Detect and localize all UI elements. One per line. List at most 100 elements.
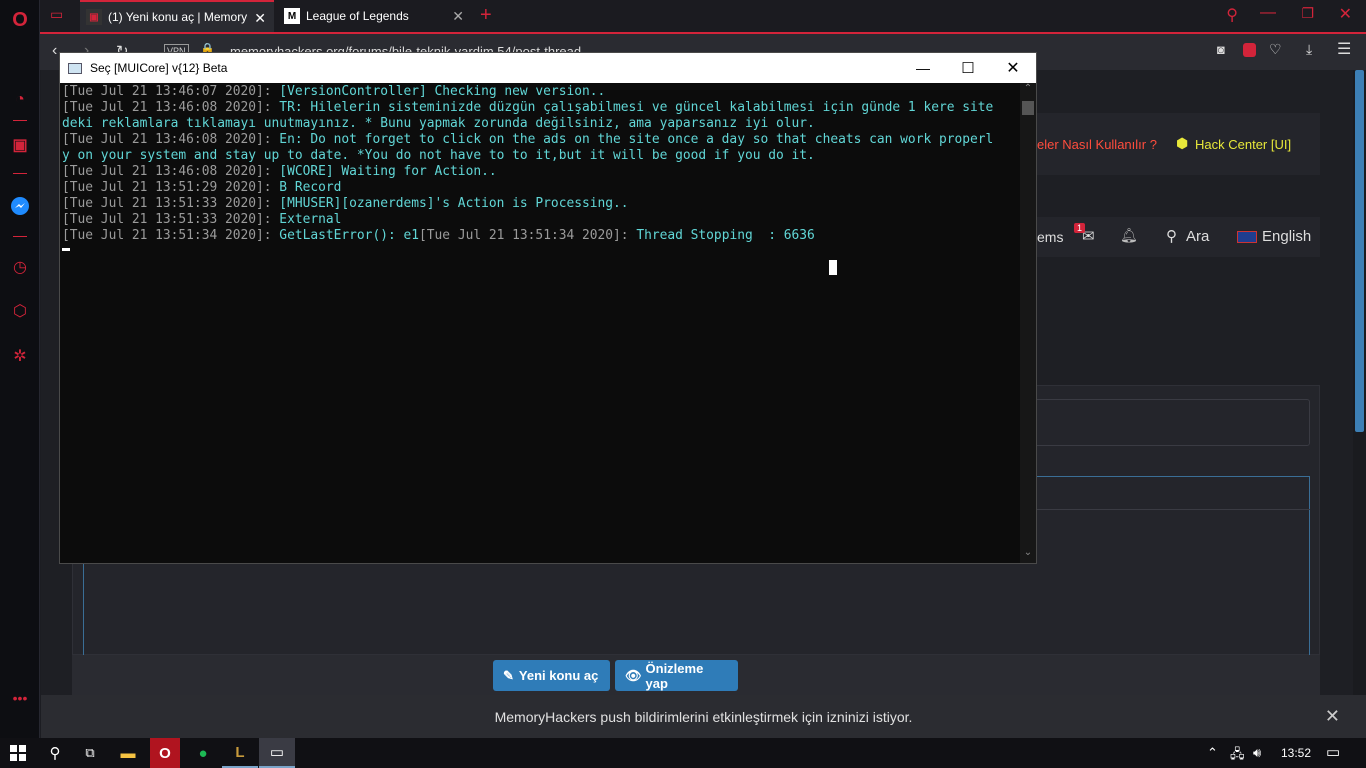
back-icon[interactable]: ‹ xyxy=(52,42,57,60)
taskbar: ⚲ ⧉ ▬ O ● L ▭ ⌃ 🖧︎ 🔊︎ 13:52 ▭ xyxy=(0,738,1366,768)
more-icon[interactable]: ••• xyxy=(8,686,32,710)
console-line: [Tue Jul 21 13:46:08 2020]: [WCORE] Wait… xyxy=(62,164,1020,180)
close-tab-icon[interactable]: ✕ xyxy=(452,8,464,25)
console-message: deki reklamlara tıklamayı unutmayınız. *… xyxy=(62,116,815,131)
preview-button[interactable]: 👁︎ Önizleme yap xyxy=(615,660,738,691)
download-icon[interactable]: ⤓ xyxy=(1306,41,1312,58)
console-line: y on your system and stay up to date. *Y… xyxy=(62,148,1020,164)
memoryhackers-favicon-icon: ▣ xyxy=(86,9,102,25)
banner-link-guide[interactable]: eler Nasıl Kullanılır ? xyxy=(1037,137,1157,152)
edit-icon: ✎ xyxy=(503,667,514,683)
action-center-icon[interactable]: ▭ xyxy=(1326,743,1340,761)
console-timestamp: [Tue Jul 21 13:46:07 2020]: xyxy=(62,84,272,99)
new-thread-button[interactable]: ✎ Yeni konu aç xyxy=(493,660,610,691)
push-notification-text: MemoryHackers push bildirimlerini etkinl… xyxy=(494,708,913,725)
thread-title-input[interactable] xyxy=(1000,399,1310,446)
opera-sidebar: O ◔ ▣ ◷ ⬡ ✲ ••• xyxy=(0,0,40,738)
console-message: Thread Stopping : 6636 xyxy=(628,228,815,243)
uk-flag-icon xyxy=(1237,231,1257,243)
forum-navbar: ems ✉ 1 🔔︎ ⚲ Ara English xyxy=(1000,217,1320,257)
console-scrollbar[interactable]: ⌃ ⌄ xyxy=(1020,83,1036,563)
close-window-icon[interactable]: ✕ xyxy=(1339,4,1352,24)
league-client-icon[interactable]: L xyxy=(222,738,258,768)
show-hidden-icons[interactable]: ⌃ xyxy=(1207,745,1218,761)
search-icon[interactable]: ⚲ xyxy=(37,738,73,768)
gamepad-icon[interactable]: ▭ xyxy=(50,6,63,23)
console-line: [Tue Jul 21 13:51:34 2020]: GetLastError… xyxy=(62,228,1020,244)
sidebar-divider xyxy=(13,236,27,237)
shield-icon[interactable] xyxy=(1243,43,1256,57)
speed-dial-icon[interactable]: ◔ xyxy=(8,88,32,112)
console-line: [Tue Jul 21 13:46:07 2020]: [VersionCont… xyxy=(62,84,1020,100)
console-line: [Tue Jul 21 13:51:33 2020]: External xyxy=(62,212,1020,228)
preview-label: Önizleme yap xyxy=(645,660,704,691)
console-message: En: Do not forget to click on the ads on… xyxy=(271,132,994,147)
task-view-icon[interactable]: ⧉ xyxy=(72,738,108,768)
clock[interactable]: 13:52 xyxy=(1281,746,1311,760)
minimize-icon[interactable]: — xyxy=(1260,4,1276,22)
console-message: [VersionController] Checking new version… xyxy=(271,84,606,99)
close-tab-icon[interactable]: ✕ xyxy=(254,10,266,27)
tab-bar: ▭ ▣ (1) Yeni konu aç | MemoryH ✕ M Leagu… xyxy=(40,0,1366,32)
cube-icon[interactable]: ⬡ xyxy=(8,299,32,323)
file-explorer-icon[interactable]: ▬ xyxy=(110,738,146,768)
forum-banner: eler Nasıl Kullanılır ? ⬢ Hack Center [U… xyxy=(1000,113,1320,175)
camera-icon[interactable]: ◙ xyxy=(1217,42,1225,57)
windows-start-icon[interactable] xyxy=(0,738,36,768)
opera-logo-icon[interactable]: O xyxy=(8,8,32,32)
console-line: [Tue Jul 21 13:51:33 2020]: [MHUSER][oza… xyxy=(62,196,1020,212)
console-message: [MHUSER][ozanerdems]'s Action is Process… xyxy=(271,196,629,211)
push-notification-bar: MemoryHackers push bildirimlerini etkinl… xyxy=(41,695,1366,738)
twitch-icon[interactable]: ▣ xyxy=(8,133,32,157)
network-icon[interactable]: 🖧︎ xyxy=(1230,745,1245,767)
tab-label: (1) Yeni konu aç | MemoryH xyxy=(108,10,248,24)
console-close-icon[interactable]: ✕ xyxy=(990,53,1036,83)
console-cursor xyxy=(62,248,70,251)
search-tabs-icon[interactable]: ⚲ xyxy=(1226,5,1238,25)
m-favicon-icon: M xyxy=(284,8,300,24)
tab-memoryhackers[interactable]: ▣ (1) Yeni konu aç | MemoryH ✕ xyxy=(80,0,274,32)
console-output: [Tue Jul 21 13:46:07 2020]: [VersionCont… xyxy=(62,84,1020,562)
console-titlebar[interactable]: Seç [MUICore] v{12} Beta — ☐ ✕ xyxy=(60,53,1036,83)
bell-icon[interactable]: 🔔︎ xyxy=(1120,227,1138,244)
console-message: y on your system and stay up to date. *Y… xyxy=(62,148,815,163)
volume-icon[interactable]: 🔊︎ xyxy=(1253,745,1261,761)
menu-icon[interactable]: ☰ xyxy=(1337,39,1351,59)
page-scrollbar[interactable] xyxy=(1353,70,1366,695)
history-icon[interactable]: ◷ xyxy=(8,255,32,279)
heart-icon[interactable]: ♡ xyxy=(1269,41,1282,58)
scroll-down-icon[interactable]: ⌄ xyxy=(1020,547,1036,563)
opera-taskbar-icon[interactable]: O xyxy=(150,738,180,768)
banner-link-hack-center[interactable]: Hack Center [UI] xyxy=(1195,137,1291,152)
console-line: [Tue Jul 21 13:51:29 2020]: B Record xyxy=(62,180,1020,196)
restore-icon[interactable]: ❐ xyxy=(1301,5,1314,22)
console-scroll-thumb[interactable] xyxy=(1022,101,1034,115)
console-maximize-icon[interactable]: ☐ xyxy=(945,53,991,83)
language-selector[interactable]: English xyxy=(1262,228,1311,245)
console-app-icon xyxy=(68,62,82,74)
tab-label: League of Legends xyxy=(306,9,409,23)
nav-items-label[interactable]: ems xyxy=(1037,229,1063,245)
console-message: TR: Hilelerin sisteminizde düzgün çalışa… xyxy=(271,100,994,115)
page-scrollbar-thumb[interactable] xyxy=(1355,70,1364,432)
console-timestamp: [Tue Jul 21 13:46:08 2020]: xyxy=(62,164,272,179)
console-message: [WCORE] Waiting for Action.. xyxy=(271,164,497,179)
console-message: GetLastError(): e1 xyxy=(271,228,420,243)
search-icon[interactable]: ⚲ xyxy=(1166,227,1177,245)
console-taskbar-icon[interactable]: ▭ xyxy=(259,738,295,768)
messenger-icon[interactable] xyxy=(8,194,32,218)
console-minimize-icon[interactable]: — xyxy=(900,53,946,83)
new-thread-label: Yeni konu aç xyxy=(518,668,599,683)
scroll-up-icon[interactable]: ⌃ xyxy=(1020,83,1036,99)
console-message: B Record xyxy=(271,180,342,195)
inbox-badge: 1 xyxy=(1074,223,1086,233)
console-timestamp: [Tue Jul 21 13:51:34 2020]: xyxy=(62,228,272,243)
console-line: [Tue Jul 21 13:46:08 2020]: En: Do not f… xyxy=(62,132,1020,148)
search-label[interactable]: Ara xyxy=(1186,228,1209,245)
console-timestamp: [Tue Jul 21 13:46:08 2020]: xyxy=(62,100,272,115)
dismiss-notification-icon[interactable]: ✕ xyxy=(1325,706,1340,727)
tab-league-of-legends[interactable]: M League of Legends ✕ xyxy=(278,0,472,32)
settings-icon[interactable]: ✲ xyxy=(8,344,32,368)
new-tab-icon[interactable]: + xyxy=(480,4,492,27)
spotify-icon[interactable]: ● xyxy=(185,738,221,768)
